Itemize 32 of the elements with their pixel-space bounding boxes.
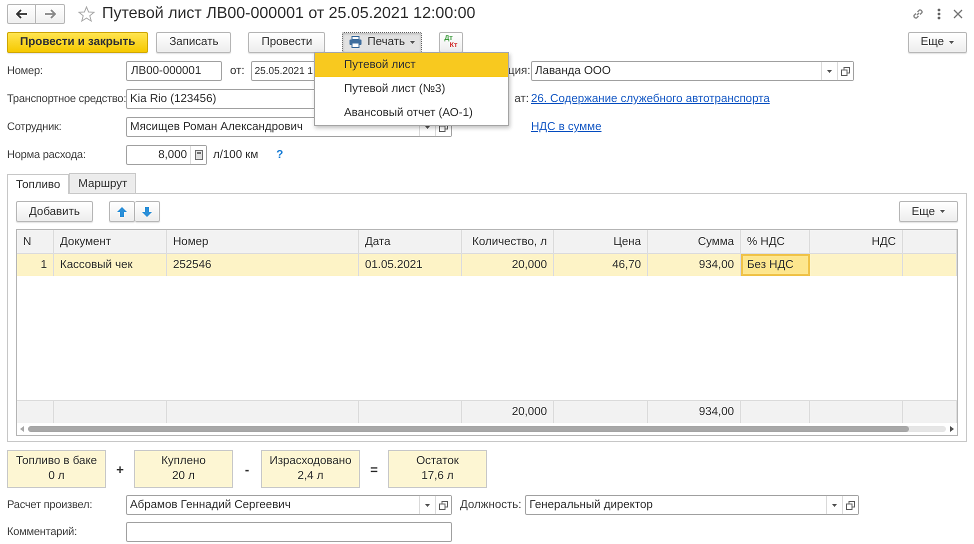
summary-label: Израсходовано xyxy=(269,454,352,469)
field-label: Сотрудник: xyxy=(7,121,62,133)
window-title: Путевой лист ЛВ00-000001 от 25.05.2021 12:00:00 xyxy=(102,5,476,23)
summary-label: Остаток xyxy=(416,454,459,469)
field-label: Расчет произвел: xyxy=(7,499,94,511)
field-label: Транспортное средство: xyxy=(7,93,126,105)
field-label: от: xyxy=(230,65,245,77)
field-value: 25.05.2021 1 xyxy=(254,66,314,76)
summary-label: Топливо в баке xyxy=(16,454,98,469)
field-label: Комментарий: xyxy=(7,526,78,538)
unit-label: л/100 км xyxy=(213,149,258,161)
field-label: ция: xyxy=(508,65,529,77)
field-value: Мясищев Роман Александрович xyxy=(129,121,304,133)
field-label: Должность: xyxy=(460,499,522,511)
summary-value: 2,4 л xyxy=(298,469,324,484)
field-value: Лаванда ООО xyxy=(534,65,612,77)
field-label: Номер: xyxy=(7,65,44,77)
field-value: Абрамов Геннадий Сергеевич xyxy=(129,499,292,511)
field-value: Генеральный директор xyxy=(528,499,654,511)
total-cell: 20,000 xyxy=(462,401,554,423)
total-cell: 934,00 xyxy=(648,401,741,423)
operator-sign: + xyxy=(115,462,125,476)
summary-value: 0 л xyxy=(48,469,65,484)
operator-sign: = xyxy=(369,462,379,476)
operator-sign: - xyxy=(244,462,250,476)
field-value: 8,000 xyxy=(157,149,188,161)
field-value: Kia Rio (123456) xyxy=(129,93,218,105)
summary-label: Куплено xyxy=(161,454,206,469)
summary-value: 20 л xyxy=(172,469,195,484)
summary-value: 17,6 л xyxy=(421,469,454,484)
field-label: ат: xyxy=(513,93,529,105)
field-label: Норма расхода: xyxy=(7,149,87,161)
